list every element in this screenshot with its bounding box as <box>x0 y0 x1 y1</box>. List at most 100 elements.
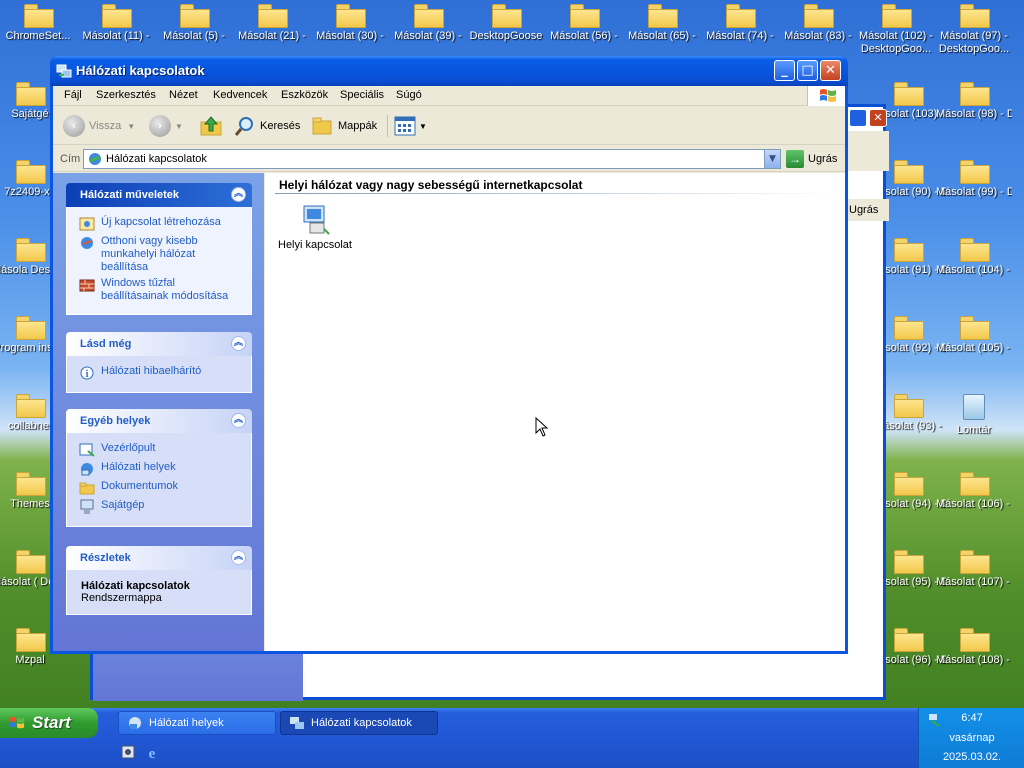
folder-icon <box>492 4 522 28</box>
desktop-icon-top-5[interactable]: Másolat (39) - <box>390 4 466 43</box>
firewall-settings-link[interactable]: Windows tűzfal beállításainak módosítása <box>79 277 243 303</box>
folder-icon <box>804 4 834 28</box>
clock-time[interactable]: 6:47 <box>919 712 1024 724</box>
collapse-chevron-icon[interactable]: ︽ <box>231 413 246 428</box>
desktop-icon-top-7[interactable]: Másolat (56) - <box>546 4 622 43</box>
details-header[interactable]: Részletek ︽ <box>66 546 252 570</box>
documents-link[interactable]: Dokumentumok <box>79 480 243 496</box>
menu-help[interactable]: Súgó <box>396 89 422 101</box>
menu-file[interactable]: Fájl <box>64 89 82 101</box>
desktop-icon-label: Másolat (56) - <box>550 30 618 42</box>
local-connection-item[interactable]: Helyi kapcsolat <box>277 203 353 251</box>
desktop-icon-top-8[interactable]: Másolat (65) - <box>624 4 700 43</box>
desktop-icon-right2-2[interactable]: Másolat (104) - DesktopGoo... <box>936 238 1012 277</box>
other-places-header[interactable]: Egyéb helyek ︽ <box>66 409 252 433</box>
folders-icon <box>312 117 332 135</box>
quick-launch-icon[interactable] <box>120 744 136 760</box>
forward-button[interactable]: › ▼ <box>149 115 183 137</box>
network-tasks-title: Hálózati műveletek <box>80 189 180 201</box>
desktop-icon-top-4[interactable]: Másolat (30) - <box>312 4 388 43</box>
desktop-icon-label: Másolat (11) - <box>82 30 150 42</box>
desktop-icon-top-0[interactable]: ChromeSet... <box>0 4 76 43</box>
desktop-icon-right2-1[interactable]: Másolat (99) - DesktopGoo... <box>936 160 1012 199</box>
desktop-icon-top-6[interactable]: DesktopGoose <box>468 4 544 43</box>
desktop-icon-right2-0[interactable]: Másolat (98) - DesktopGoo... <box>936 82 1012 121</box>
see-also-header[interactable]: Lásd még ︽ <box>66 332 252 356</box>
start-button[interactable]: Start <box>0 708 98 738</box>
window-title: Hálózati kapcsolatok <box>76 63 205 78</box>
forward-arrow-icon: › <box>149 115 171 137</box>
folder-icon <box>16 472 46 496</box>
desktop-icon-top-3[interactable]: Másolat (21) - <box>234 4 310 43</box>
clock-date: 2025.03.02. <box>942 751 1002 763</box>
network-tasks-header[interactable]: Hálózati műveletek ︽ <box>66 183 252 207</box>
network-troubleshooter-link[interactable]: i Hálózati hibaelhárító <box>79 365 243 381</box>
title-bar[interactable]: Hálózati kapcsolatok _ □ ✕ <box>50 56 848 86</box>
folder-icon <box>24 4 54 28</box>
internet-explorer-icon[interactable]: e <box>144 744 160 762</box>
desktop-icon-label: DesktopGoose <box>469 30 543 42</box>
content-area[interactable]: Helyi hálózat vagy nagy sebességű intern… <box>265 173 845 651</box>
menu-view[interactable]: Nézet <box>169 89 198 101</box>
network-tasks-body: Új kapcsolat létrehozása Otthoni vagy ki… <box>66 207 252 315</box>
collapse-chevron-icon[interactable]: ︽ <box>231 336 246 351</box>
up-button[interactable] <box>199 115 223 137</box>
forward-dropdown-icon[interactable]: ▼ <box>175 122 183 131</box>
go-button[interactable]: → Ugrás <box>786 150 837 168</box>
menu-edit[interactable]: Szerkesztés <box>96 89 156 101</box>
maximize-button[interactable]: □ <box>797 60 818 81</box>
taskbar-button-network-places[interactable]: Hálózati helyek <box>118 711 276 735</box>
desktop-icon-right2-7[interactable]: Másolat (108) - DesktopGoo... <box>936 628 1012 667</box>
search-button[interactable]: Keresés <box>233 115 300 137</box>
folder-icon <box>414 4 444 28</box>
local-connection-icon <box>303 205 330 235</box>
minimize-button[interactable]: _ <box>774 60 795 81</box>
svg-text:i: i <box>86 369 89 380</box>
info-icon: i <box>80 366 94 380</box>
desktop-icon-right2-6[interactable]: Másolat (107) - DesktopGoo... <box>936 550 1012 589</box>
desktop-icon-label: Másolat (104) - DesktopGoo... <box>936 264 1012 276</box>
menu-favorites[interactable]: Kedvencek <box>213 89 267 101</box>
menu-tools[interactable]: Eszközök <box>281 89 328 101</box>
views-dropdown-icon[interactable]: ▼ <box>419 122 427 131</box>
desktop-icon-top-11[interactable]: Másolat (102) - DesktopGoo... <box>858 4 934 56</box>
desktop-icon-top-12[interactable]: Másolat (97) - DesktopGoo... <box>936 4 1012 56</box>
back-button[interactable]: ‹ Vissza ▼ <box>63 115 135 137</box>
close-button[interactable]: ✕ <box>820 60 841 81</box>
desktop-icon-top-9[interactable]: Másolat (74) - <box>702 4 778 43</box>
desktop-icon-top-2[interactable]: Másolat (5) - <box>156 4 232 43</box>
taskbar-button-network-connections[interactable]: Hálózati kapcsolatok <box>280 711 438 735</box>
back-dropdown-icon[interactable]: ▼ <box>127 122 135 131</box>
desktop-icon-label: Lomtár <box>956 424 992 436</box>
back-arrow-icon: ‹ <box>63 115 85 137</box>
windows-flag-icon <box>9 716 25 729</box>
my-computer-link[interactable]: Sajátgép <box>79 499 243 515</box>
folder-icon <box>336 4 366 28</box>
back-window-go-button[interactable]: Ugrás <box>847 199 889 221</box>
desktop-icon-right2-5[interactable]: Másolat (106) - DesktopGoo... <box>936 472 1012 511</box>
desktop-icon-right2-3[interactable]: Másolat (105) - DesktopGoo... <box>936 316 1012 355</box>
address-dropdown-icon[interactable]: ▼ <box>764 150 780 168</box>
desktop-icon-sublabel: DesktopGoo... <box>938 43 1010 55</box>
control-panel-link[interactable]: Vezérlőpult <box>79 442 243 458</box>
other-places-body: Vezérlőpult Hálózati helyek Dokumentumok… <box>66 433 252 527</box>
folders-button[interactable]: Mappák <box>311 115 377 137</box>
back-window-controls: ✕ <box>849 107 889 131</box>
details-panel: Részletek ︽ Hálózati kapcsolatok Rendsze… <box>66 546 252 615</box>
network-connections-icon <box>56 64 72 78</box>
new-connection-link[interactable]: Új kapcsolat létrehozása <box>79 216 243 232</box>
desktop-icon-label: ChromeSet... <box>5 30 71 42</box>
home-network-setup-link[interactable]: Otthoni vagy kisebb munkahelyi hálózat b… <box>79 235 243 274</box>
views-button[interactable]: ▼ <box>393 115 427 137</box>
collapse-chevron-icon[interactable]: ︽ <box>231 550 246 565</box>
menu-advanced[interactable]: Speciális <box>340 89 384 101</box>
network-places-link[interactable]: Hálózati helyek <box>79 461 243 477</box>
collapse-chevron-icon[interactable]: ︽ <box>231 187 246 202</box>
desktop-icon-top-10[interactable]: Másolat (83) - <box>780 4 856 43</box>
address-field[interactable]: Hálózati kapcsolatok ▼ <box>83 149 781 169</box>
back-window-restore-button[interactable] <box>849 109 867 127</box>
back-window-close-button[interactable]: ✕ <box>869 109 887 127</box>
address-bar: Cím Hálózati kapcsolatok ▼ → Ugrás <box>53 146 845 172</box>
desktop-icon-right2-4[interactable]: Lomtár <box>936 394 1012 437</box>
desktop-icon-top-1[interactable]: Másolat (11) - <box>78 4 154 43</box>
